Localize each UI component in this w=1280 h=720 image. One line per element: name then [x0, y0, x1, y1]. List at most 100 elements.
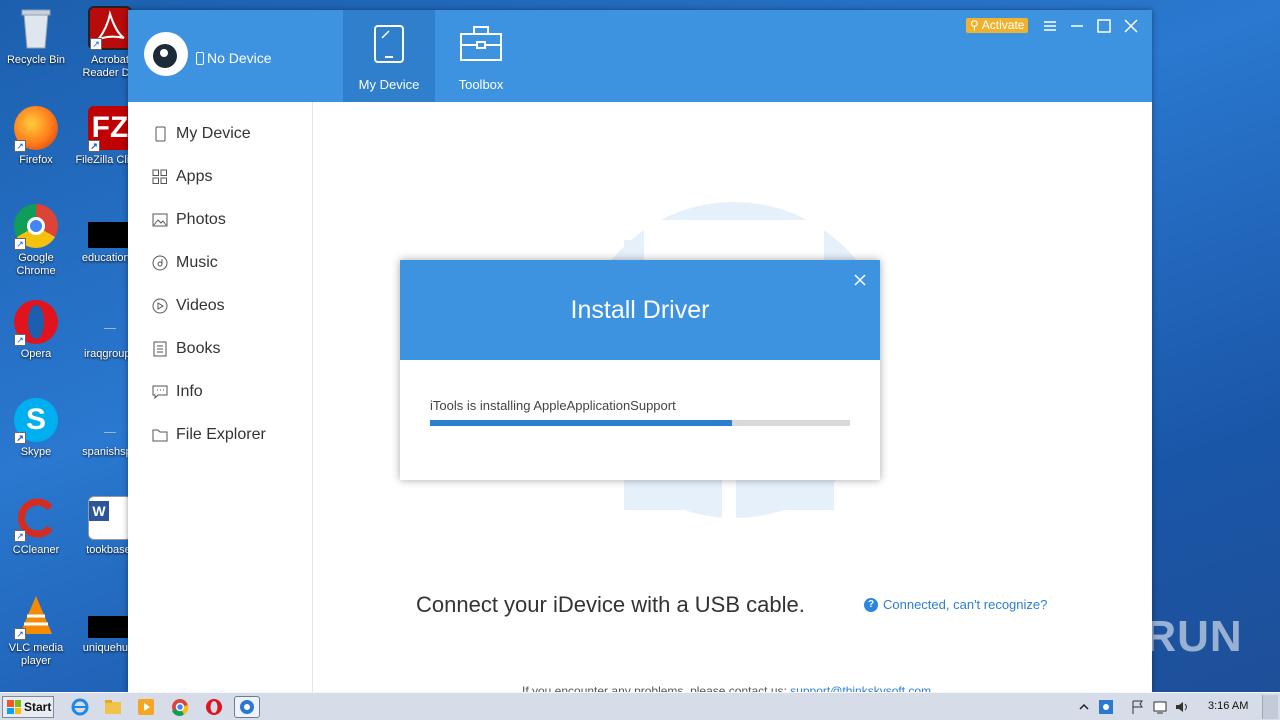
footer-note: If you encounter any problems, please co… [522, 684, 931, 692]
sidebar-item-videos[interactable]: Videos [152, 294, 225, 318]
file-explorer-icon[interactable] [103, 697, 123, 717]
sidebar-item-label: Books [176, 340, 221, 357]
shortcut-arrow-icon: ↗ [14, 530, 26, 542]
desktop-icon-firefox[interactable]: ↗ Firefox [0, 106, 72, 167]
chrome-icon: ↗ [14, 204, 58, 250]
book-icon [152, 341, 168, 357]
tab-label: Toolbox [458, 77, 504, 92]
dialog-header: Install Driver [400, 260, 880, 360]
sidebar-item-photos[interactable]: Photos [152, 208, 226, 232]
acrobat-icon: ↗ [88, 6, 132, 50]
itools-taskbar-icon[interactable] [234, 696, 260, 718]
shortcut-arrow-icon: ↗ [14, 334, 26, 346]
minimize-icon[interactable] [1068, 17, 1086, 35]
music-icon [152, 255, 168, 271]
menu-icon[interactable] [1041, 17, 1059, 35]
media-player-icon[interactable] [136, 697, 156, 717]
show-desktop-button[interactable] [1262, 695, 1278, 719]
recycle-bin-icon [14, 6, 58, 50]
file-icon [88, 204, 132, 248]
phone-icon [373, 24, 405, 67]
install-progress-bar [430, 420, 850, 426]
sidebar-item-file-explorer[interactable]: File Explorer [152, 423, 266, 447]
chrome-icon[interactable] [170, 697, 190, 717]
system-tray [1076, 696, 1190, 718]
desktop-icon-label: CCleaner [12, 544, 60, 556]
sidebar-item-label: File Explorer [176, 426, 266, 443]
phone-icon [152, 126, 168, 142]
taskbar-clock[interactable]: 3:16 AM [1208, 700, 1248, 712]
skype-icon: S ↗ [14, 398, 58, 444]
tray-expand-icon[interactable] [1076, 699, 1092, 715]
desktop-icon-label: VLC media player [8, 642, 64, 667]
desktop-icon-label: Google Chrome [16, 252, 56, 277]
photo-icon [152, 212, 168, 228]
desktop-icon-label: Recycle Bin [6, 54, 66, 66]
apps-grid-icon [152, 169, 168, 185]
filezilla-icon: FZ ↗ [88, 106, 132, 152]
device-status: No Device [196, 50, 272, 66]
chat-icon [152, 384, 168, 400]
desktop-icon-ccleaner[interactable]: ↗ CCleaner [0, 496, 72, 557]
desktop-icon-recycle-bin[interactable]: Recycle Bin [0, 6, 72, 67]
shortcut-arrow-icon: ↗ [14, 238, 26, 250]
sidebar-item-label: Photos [176, 211, 226, 228]
desktop-icon-chrome[interactable]: ↗ Google Chrome [0, 204, 72, 278]
sidebar-item-music[interactable]: Music [152, 251, 218, 275]
flag-icon[interactable] [1130, 699, 1146, 715]
sidebar-item-label: Music [176, 254, 218, 271]
file-icon [88, 594, 132, 638]
activate-button[interactable]: ⚲ Activate [966, 18, 1029, 33]
desktop-icon-label: Opera [20, 348, 52, 360]
firefox-icon: ↗ [14, 106, 58, 152]
folder-icon [152, 427, 168, 443]
opera-icon: ↗ [14, 300, 58, 346]
desktop-icon-opera[interactable]: ↗ Opera [0, 300, 72, 361]
volume-icon[interactable] [1174, 699, 1190, 715]
sidebar-item-info[interactable]: Info [152, 380, 203, 404]
question-icon: ? [864, 597, 878, 612]
shortcut-arrow-icon: ↗ [14, 628, 26, 640]
internet-explorer-icon[interactable] [70, 697, 90, 717]
support-email-link[interactable]: support@thinkskysoft.com [790, 684, 931, 692]
tab-label: My Device [358, 77, 420, 92]
sidebar-item-label: My Device [176, 125, 251, 142]
tab-toolbox[interactable]: Toolbox [435, 10, 527, 102]
file-icon [88, 300, 132, 344]
network-icon[interactable] [1152, 699, 1168, 715]
shortcut-arrow-icon: ↗ [14, 432, 26, 444]
windows-logo-icon [7, 700, 21, 714]
sidebar-item-my-device[interactable]: My Device [152, 122, 251, 146]
close-icon[interactable] [1122, 17, 1140, 35]
shortcut-arrow-icon: ↗ [90, 38, 102, 50]
start-label: Start [24, 700, 52, 714]
app-header: No Device My Device Toolbox ⚲ Activate [128, 10, 1152, 102]
sidebar-item-label: Apps [176, 168, 213, 185]
maximize-icon[interactable] [1095, 17, 1113, 35]
desktop-icon-vlc[interactable]: ↗ VLC media player [0, 594, 72, 668]
dialog-title: Install Driver [570, 296, 710, 324]
progress-fill [430, 420, 733, 426]
phone-icon [196, 51, 204, 65]
desktop-icon-skype[interactable]: S ↗ Skype [0, 398, 72, 459]
sidebar-item-books[interactable]: Books [152, 337, 220, 361]
play-icon [152, 298, 168, 314]
desktop-icon-label: Skype [20, 446, 52, 458]
itools-logo-icon [144, 32, 188, 76]
tab-my-device[interactable]: My Device [343, 10, 435, 102]
tray-itools-icon[interactable] [1098, 699, 1114, 715]
opera-icon[interactable] [204, 697, 224, 717]
desktop-icon-label: Firefox [19, 154, 53, 166]
sidebar-item-apps[interactable]: Apps [152, 165, 212, 189]
taskbar: Start 3:16 AM [0, 692, 1280, 720]
file-icon [88, 398, 132, 442]
connect-instruction: Connect your iDevice with a USB cable. [416, 592, 805, 617]
install-driver-dialog: Install Driver iTools is installing Appl… [400, 260, 880, 480]
help-link[interactable]: ? Connected, can't recognize? [864, 597, 1047, 612]
toolbox-icon [459, 24, 503, 67]
start-button[interactable]: Start [2, 696, 54, 718]
footer-text: If you encounter any problems, please co… [522, 684, 787, 692]
help-link-label: Connected, can't recognize? [883, 597, 1048, 612]
shortcut-arrow-icon: ↗ [88, 140, 100, 152]
close-icon[interactable] [852, 272, 868, 288]
